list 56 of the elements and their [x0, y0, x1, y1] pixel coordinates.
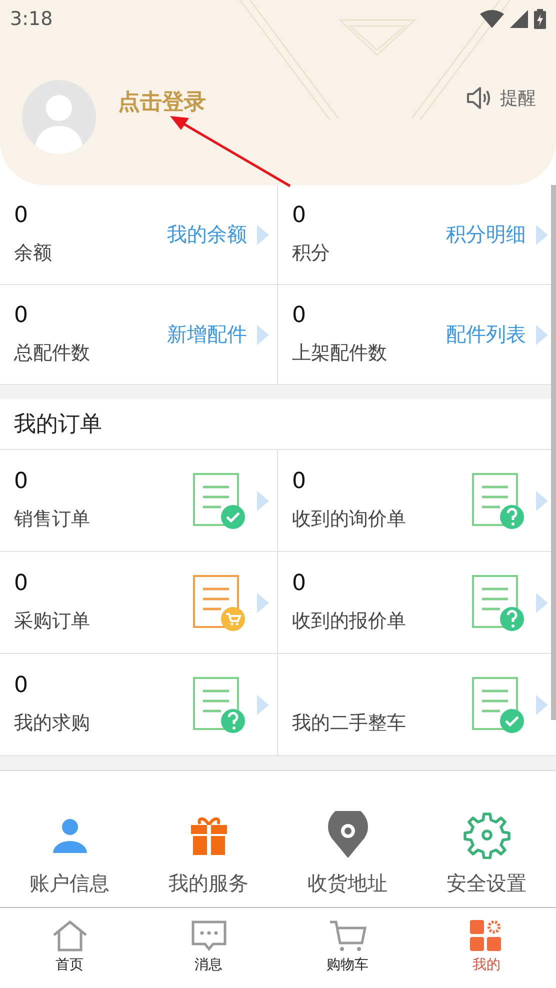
service-label[interactable]: 我的服务 — [168, 870, 248, 897]
chevron-icon — [536, 324, 548, 344]
stat-label: 余额 — [14, 241, 53, 266]
gear-icon — [462, 811, 510, 859]
order-label[interactable]: 销售订单 — [14, 506, 191, 532]
service-label[interactable]: 账户信息 — [30, 870, 110, 897]
signal-icon — [510, 10, 528, 28]
chevron-icon — [257, 592, 269, 612]
order-label[interactable]: 采购订单 — [14, 608, 191, 634]
nav-tab[interactable]: 首页 — [0, 908, 139, 985]
nav-tab[interactable]: 我的 — [417, 908, 556, 985]
stat-value: 0 — [292, 203, 307, 228]
document-icon — [191, 674, 247, 734]
status-time: 3:18 — [10, 8, 53, 30]
order-label[interactable]: 我的求购 — [14, 710, 191, 736]
battery-icon — [534, 9, 546, 29]
person-icon — [50, 816, 88, 854]
speaker-icon[interactable] — [466, 86, 492, 110]
order-count: 0 — [14, 571, 29, 596]
cart-icon — [328, 920, 366, 952]
home-icon — [52, 920, 88, 952]
order-count: 0 — [292, 469, 307, 494]
document-icon — [191, 470, 247, 530]
stat-value: 0 — [14, 303, 29, 328]
chevron-icon — [536, 592, 548, 612]
grid-icon — [470, 920, 504, 952]
chat-bubble-icon — [190, 920, 226, 952]
order-label[interactable]: 收到的报价单 — [292, 608, 470, 634]
stat-value: 0 — [292, 303, 307, 328]
reminder-label[interactable]: 提醒 — [500, 86, 536, 110]
stat-value: 0 — [14, 203, 29, 228]
nav-tab[interactable]: 消息 — [139, 908, 278, 985]
chevron-icon — [257, 490, 269, 510]
order-count: 0 — [14, 673, 29, 698]
chevron-icon — [536, 224, 548, 244]
chevron-icon — [536, 490, 548, 510]
document-icon — [191, 572, 247, 632]
chevron-icon — [257, 324, 269, 344]
chevron-icon — [536, 694, 548, 714]
document-icon — [470, 674, 526, 734]
document-icon — [470, 572, 526, 632]
nav-tab[interactable]: 购物车 — [278, 908, 417, 985]
stat-label: 上架配件数 — [292, 341, 388, 366]
order-count: 0 — [292, 571, 307, 596]
stat-label: 总配件数 — [14, 341, 91, 366]
chevron-icon — [257, 694, 269, 714]
location-pin-icon — [328, 811, 368, 859]
service-label[interactable]: 安全设置 — [446, 870, 526, 897]
wifi-icon — [480, 10, 504, 28]
order-count: 0 — [14, 469, 29, 494]
document-icon — [470, 470, 526, 530]
order-label[interactable]: 收到的询价单 — [292, 506, 470, 532]
order-label[interactable]: 我的二手整车 — [292, 710, 470, 736]
chevron-icon — [257, 224, 269, 244]
stat-label: 积分 — [292, 241, 331, 266]
service-label[interactable]: 收货地址 — [308, 870, 388, 897]
